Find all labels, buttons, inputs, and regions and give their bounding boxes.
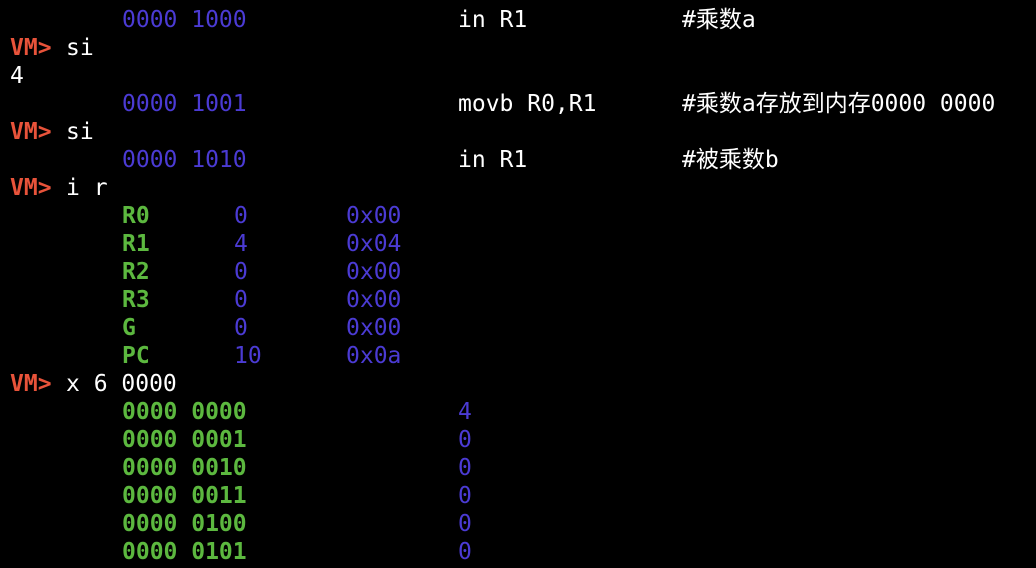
memory-row: 0000 0100 0 xyxy=(10,510,472,538)
register-name: PC xyxy=(122,343,150,369)
register-decimal: 0 xyxy=(234,203,248,229)
register-decimal: 0 xyxy=(234,259,248,285)
instruction-address: 0000 1010 xyxy=(122,147,247,173)
register-decimal: 0 xyxy=(234,315,248,341)
output-line: 4 xyxy=(10,62,65,90)
memory-value: 0 xyxy=(458,455,472,481)
register-row: R0 0 0x00 xyxy=(10,202,401,230)
memory-value: 0 xyxy=(458,427,472,453)
memory-row: 0000 0011 0 xyxy=(10,482,472,510)
register-name: R0 xyxy=(122,203,150,229)
instruction-address: 0000 1001 xyxy=(122,91,247,117)
memory-value: 4 xyxy=(458,399,472,425)
register-hex: 0x00 xyxy=(346,287,402,313)
register-decimal: 4 xyxy=(234,231,248,257)
instruction-line: 0000 1001 movb R0,R1 #乘数a存放到内存0000 0000 xyxy=(10,90,995,118)
register-row: R3 0 0x00 xyxy=(10,286,401,314)
register-name: R2 xyxy=(122,259,150,285)
register-hex: 0x04 xyxy=(346,231,402,257)
vm-prompt: VM> xyxy=(10,119,52,145)
instruction-address: 0000 1000 xyxy=(122,7,247,33)
command-line: VM> i r xyxy=(10,174,108,202)
vm-prompt: VM> xyxy=(10,175,52,201)
output-text: 4 xyxy=(10,63,24,89)
instruction-comment: #乘数a xyxy=(682,7,756,33)
register-hex: 0x0a xyxy=(346,343,402,369)
command-text: si xyxy=(66,119,94,145)
memory-address: 0000 0001 xyxy=(122,427,247,453)
register-name: G xyxy=(122,315,136,341)
memory-value: 0 xyxy=(458,539,472,565)
register-hex: 0x00 xyxy=(346,259,402,285)
instruction-line: 0000 1010 in R1 #被乘数b xyxy=(10,146,779,174)
vm-prompt: VM> xyxy=(10,371,52,397)
terminal-output: 0000 1000 in R1 #乘数a VM> si 4 0000 1001 … xyxy=(10,6,995,566)
memory-dump: 0000 0000 4 0000 0001 0 0000 0010 0 0000 0011 0… xyxy=(10,398,472,566)
register-table: R0 0 0x00 R1 4 0x04 R2 0 0x00 R3 0 0x00 G 0 0x00 PC 10 0x… xyxy=(10,202,401,370)
memory-value: 0 xyxy=(458,483,472,509)
command-text: i r xyxy=(66,175,108,201)
memory-address: 0000 0100 xyxy=(122,511,247,537)
instruction-text: movb R0,R1 xyxy=(458,91,597,117)
register-name: R1 xyxy=(122,231,150,257)
command-text: si xyxy=(66,35,94,61)
instruction-comment: #乘数a存放到内存0000 0000 xyxy=(682,91,996,117)
register-row: R2 0 0x00 xyxy=(10,258,401,286)
instruction-text: in R1 xyxy=(458,7,528,33)
register-row: R1 4 0x04 xyxy=(10,230,401,258)
command-text: x 6 0000 xyxy=(66,371,177,397)
register-hex: 0x00 xyxy=(346,203,402,229)
memory-address: 0000 0000 xyxy=(122,399,247,425)
vm-prompt: VM> xyxy=(10,35,52,61)
memory-row: 0000 0000 4 xyxy=(10,398,472,426)
register-hex: 0x00 xyxy=(346,315,402,341)
memory-value: 0 xyxy=(458,511,472,537)
register-decimal: 10 xyxy=(234,343,262,369)
memory-address: 0000 0010 xyxy=(122,455,247,481)
memory-row: 0000 0010 0 xyxy=(10,454,472,482)
register-row: PC 10 0x0a xyxy=(10,342,401,370)
register-row: G 0 0x00 xyxy=(10,314,401,342)
memory-address: 0000 0011 xyxy=(122,483,247,509)
memory-address: 0000 0101 xyxy=(122,539,247,565)
memory-row: 0000 0001 0 xyxy=(10,426,472,454)
register-name: R3 xyxy=(122,287,150,313)
instruction-text: in R1 xyxy=(458,147,528,173)
command-line: VM> si xyxy=(10,34,94,62)
instruction-comment: #被乘数b xyxy=(682,147,779,173)
register-decimal: 0 xyxy=(234,287,248,313)
memory-row: 0000 0101 0 xyxy=(10,538,472,566)
command-line: VM> x 6 0000 xyxy=(10,370,177,398)
instruction-line: 0000 1000 in R1 #乘数a xyxy=(10,6,756,34)
command-line: VM> si xyxy=(10,118,94,146)
